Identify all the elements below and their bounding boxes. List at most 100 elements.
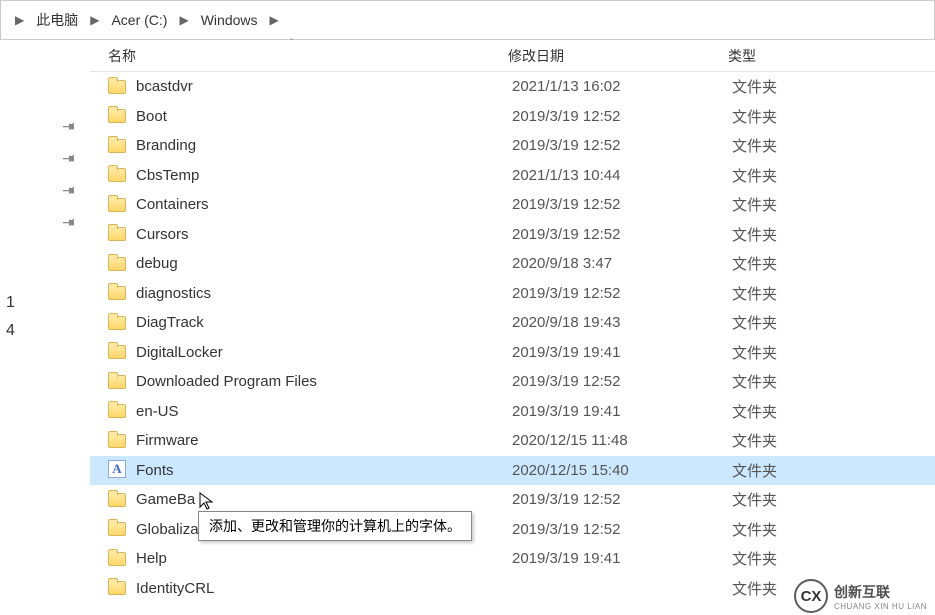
- folder-icon: [108, 313, 128, 333]
- folder-icon: [108, 224, 128, 244]
- file-name: bcastdvr: [136, 78, 512, 95]
- file-date: 2019/3/19 12:52: [512, 373, 732, 390]
- file-type: 文件夹: [732, 430, 902, 451]
- file-date: 2021/1/13 16:02: [512, 78, 732, 95]
- file-type: 文件夹: [732, 106, 902, 127]
- watermark-text-py: CHUANG XIN HU LIAN: [834, 602, 927, 611]
- table-row[interactable]: Branding2019/3/19 12:52文件夹: [90, 131, 935, 161]
- table-row[interactable]: Cursors2019/3/19 12:52文件夹: [90, 220, 935, 250]
- table-row[interactable]: DiagTrack2020/9/18 19:43文件夹: [90, 308, 935, 338]
- watermark-text-cn: 创新互联: [834, 582, 927, 602]
- file-date: 2020/9/18 19:43: [512, 314, 732, 331]
- file-type: 文件夹: [732, 342, 902, 363]
- folder-icon: [108, 549, 128, 569]
- breadcrumb-item-drive[interactable]: Acer (C:): [107, 10, 171, 30]
- table-row[interactable]: debug2020/9/18 3:47文件夹: [90, 249, 935, 279]
- folder-icon: [108, 401, 128, 421]
- table-row[interactable]: bcastdvr2021/1/13 16:02文件夹: [90, 72, 935, 102]
- file-date: 2021/1/13 10:44: [512, 167, 732, 184]
- file-date: 2019/3/19 19:41: [512, 344, 732, 361]
- logo-icon: CX: [794, 579, 828, 613]
- pin-icon[interactable]: [0, 174, 90, 206]
- table-row[interactable]: A Fonts2020/12/15 15:40文件夹: [90, 456, 935, 486]
- table-row[interactable]: Boot2019/3/19 12:52文件夹: [90, 102, 935, 132]
- folder-icon: [108, 578, 128, 598]
- table-row[interactable]: Firmware2020/12/15 11:48文件夹: [90, 426, 935, 456]
- sidebar-num: 1: [0, 292, 90, 314]
- file-type: 文件夹: [732, 371, 902, 392]
- breadcrumb[interactable]: ▶ 此电脑 ▶ Acer (C:) ▶ Windows ▶: [0, 0, 935, 40]
- breadcrumb-item-pc[interactable]: 此电脑: [32, 8, 82, 32]
- file-name: Cursors: [136, 226, 512, 243]
- sidebar: 1 4: [0, 40, 90, 615]
- file-date: 2019/3/19 12:52: [512, 137, 732, 154]
- file-date: 2020/9/18 3:47: [512, 255, 732, 272]
- file-type: 文件夹: [732, 312, 902, 333]
- file-date: 2019/3/19 12:52: [512, 226, 732, 243]
- file-type: 文件夹: [732, 460, 902, 481]
- file-date: 2020/12/15 15:40: [512, 462, 732, 479]
- folder-icon: [108, 431, 128, 451]
- watermark: CX 创新互联 CHUANG XIN HU LIAN: [786, 577, 935, 615]
- file-name: IdentityCRL: [136, 580, 512, 597]
- breadcrumb-item-folder[interactable]: Windows: [197, 10, 262, 30]
- pin-icon[interactable]: [0, 206, 90, 238]
- file-date: 2019/3/19 12:52: [512, 521, 732, 538]
- file-name: diagnostics: [136, 285, 512, 302]
- column-header-name[interactable]: 名称: [90, 46, 500, 66]
- file-name: GameBa: [136, 491, 512, 508]
- file-date: 2020/12/15 11:48: [512, 432, 732, 449]
- file-date: 2019/3/19 12:52: [512, 196, 732, 213]
- file-type: 文件夹: [732, 253, 902, 274]
- file-type: 文件夹: [732, 519, 902, 540]
- folder-icon: [108, 165, 128, 185]
- file-name: Branding: [136, 137, 512, 154]
- file-name: DigitalLocker: [136, 344, 512, 361]
- file-name: Firmware: [136, 432, 512, 449]
- file-type: 文件夹: [732, 194, 902, 215]
- file-name: Downloaded Program Files: [136, 373, 512, 390]
- file-type: 文件夹: [732, 76, 902, 97]
- table-row[interactable]: Containers2019/3/19 12:52文件夹: [90, 190, 935, 220]
- file-type: 文件夹: [732, 489, 902, 510]
- pin-icon[interactable]: [0, 142, 90, 174]
- chevron-right-icon: ▶: [15, 13, 24, 27]
- folder-icon: [108, 77, 128, 97]
- file-type: 文件夹: [732, 401, 902, 422]
- folder-icon: [108, 283, 128, 303]
- folder-icon: [108, 372, 128, 392]
- column-header-type[interactable]: 类型: [720, 46, 900, 66]
- file-name: CbsTemp: [136, 167, 512, 184]
- folder-icon: [108, 490, 128, 510]
- column-header-date[interactable]: 修改日期: [500, 46, 720, 66]
- fonts-folder-icon: A: [108, 460, 128, 480]
- file-name: Help: [136, 550, 512, 567]
- table-row[interactable]: Downloaded Program Files2019/3/19 12:52文…: [90, 367, 935, 397]
- file-name: Fonts: [136, 462, 512, 479]
- file-type: 文件夹: [732, 283, 902, 304]
- file-date: 2019/3/19 12:52: [512, 285, 732, 302]
- file-type: 文件夹: [732, 548, 902, 569]
- table-row[interactable]: diagnostics2019/3/19 12:52文件夹: [90, 279, 935, 309]
- column-headers: ˇ 名称 修改日期 类型: [90, 40, 935, 72]
- file-date: 2019/3/19 12:52: [512, 108, 732, 125]
- file-date: 2019/3/19 19:41: [512, 403, 732, 420]
- file-name: Containers: [136, 196, 512, 213]
- folder-icon: [108, 106, 128, 126]
- chevron-right-icon: ▶: [90, 13, 99, 27]
- folder-icon: [108, 342, 128, 362]
- table-row[interactable]: CbsTemp2021/1/13 10:44文件夹: [90, 161, 935, 191]
- folder-icon: [108, 254, 128, 274]
- file-type: 文件夹: [732, 224, 902, 245]
- table-row[interactable]: Help2019/3/19 19:41文件夹: [90, 544, 935, 574]
- pin-icon[interactable]: [0, 110, 90, 142]
- folder-icon: [108, 136, 128, 156]
- file-name: DiagTrack: [136, 314, 512, 331]
- table-row[interactable]: DigitalLocker2019/3/19 19:41文件夹: [90, 338, 935, 368]
- folder-icon: [108, 519, 128, 539]
- file-type: 文件夹: [732, 165, 902, 186]
- tooltip: 添加、更改和管理你的计算机上的字体。: [198, 511, 472, 541]
- table-row[interactable]: en-US2019/3/19 19:41文件夹: [90, 397, 935, 427]
- sort-indicator-icon: ˇ: [290, 38, 293, 49]
- file-name: debug: [136, 255, 512, 272]
